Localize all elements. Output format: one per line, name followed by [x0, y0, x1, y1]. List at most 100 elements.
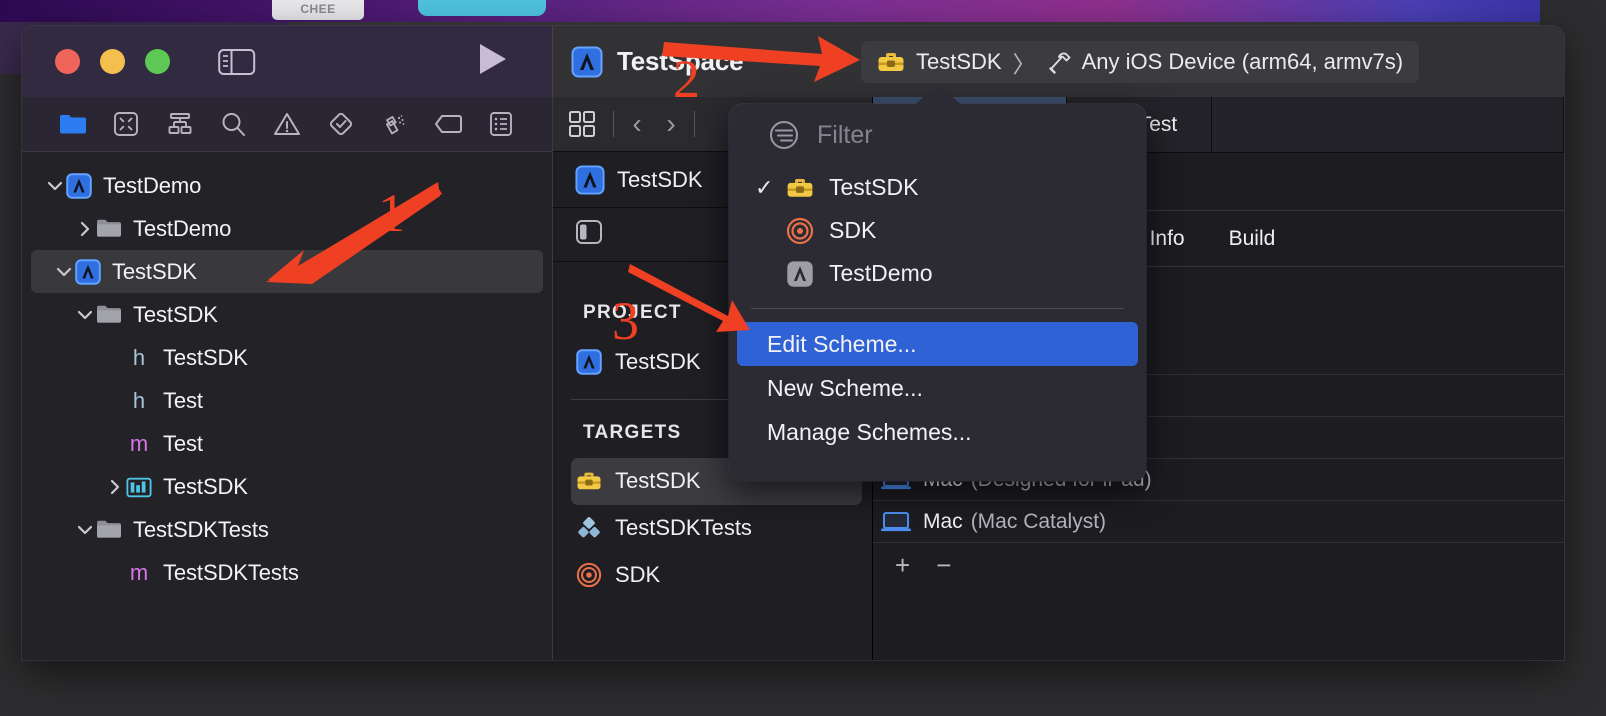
scheme-action-label: New Scheme... [767, 374, 923, 401]
tree-row[interactable]: TestSDK [22, 293, 552, 336]
navigator-pane: TestDemo TestDemo TestSDK TestSDK h TestSDK h T… [22, 97, 553, 660]
sidebar-toggle-icon[interactable] [218, 47, 256, 77]
breakpoint-tag-icon[interactable] [433, 109, 463, 139]
xcode-project-icon [66, 172, 92, 199]
scheme-action[interactable]: Edit Scheme... [737, 322, 1138, 366]
destination-row[interactable]: Mac (Mac Catalyst) [873, 501, 1564, 543]
disclosure-down-icon[interactable] [53, 262, 75, 282]
test-diamond-icon[interactable] [326, 109, 356, 139]
disclosure-down-icon[interactable] [44, 176, 66, 196]
project-navigator-tree[interactable]: TestDemo TestDemo TestSDK TestSDK h TestSDK h T… [22, 152, 552, 660]
folder-icon [96, 517, 122, 543]
scheme-option-label: TestDemo [829, 260, 933, 286]
outline-sidebar-icon[interactable] [575, 218, 605, 251]
editor-tab-overflow [1212, 97, 1564, 152]
warning-icon[interactable] [272, 109, 302, 139]
tree-row[interactable]: TestSDKTests [22, 508, 552, 551]
filter-icon [770, 121, 798, 149]
report-list-icon[interactable] [486, 109, 516, 139]
run-play-icon[interactable] [476, 41, 510, 82]
tree-row-label: TestDemo [103, 172, 202, 198]
tree-row[interactable]: TestSDK [31, 250, 543, 293]
xcode-project-icon [571, 46, 603, 77]
outline-row[interactable]: TestSDKTests [553, 505, 872, 552]
chevron-right-icon[interactable]: › [654, 108, 688, 139]
scheme-popup-menu[interactable]: Filter ✓ TestSDK SDK TestDemo Edit Scheme..… [729, 104, 1146, 481]
scheme-action[interactable]: New Scheme... [737, 366, 1138, 410]
desktop-cyan-tab [418, 0, 546, 16]
scheme-option-label: SDK [829, 217, 877, 243]
scheme-option[interactable]: ✓ TestSDK [729, 166, 1146, 209]
tree-row[interactable]: TestDemo [22, 207, 552, 250]
tree-row[interactable]: m TestSDKTests [22, 551, 552, 594]
outline-row-label: SDK [615, 562, 661, 587]
folder-icon [96, 216, 122, 242]
tree-row-label: TestSDK [133, 301, 218, 327]
scheme-actions-list[interactable]: Edit Scheme... New Scheme... Manage Scheme… [729, 322, 1146, 454]
scheme-action[interactable]: Manage Schemes... [737, 410, 1138, 454]
scheme-separator: 〉 [1012, 51, 1036, 77]
minimize-button[interactable] [100, 49, 125, 74]
chevron-left-icon[interactable]: ‹ [620, 108, 654, 139]
scheme-action-label: Edit Scheme... [767, 330, 917, 357]
popup-separator [751, 308, 1124, 309]
debug-spray-icon[interactable] [379, 109, 409, 139]
window-titlebar: TestSpace TestSDK 〉 Any iOS Device (arm6… [22, 26, 1564, 97]
symbol-hierarchy-icon[interactable] [165, 109, 195, 139]
tree-row[interactable]: h TestSDK [22, 336, 552, 379]
disclosure-right-icon[interactable] [74, 219, 96, 239]
zoom-button[interactable] [145, 49, 170, 74]
remove-destination-button[interactable]: − [936, 550, 951, 581]
tree-row[interactable]: m Test [22, 422, 552, 465]
folder-icon [96, 302, 122, 328]
settings-tab[interactable]: Build [1207, 227, 1298, 251]
objc-file-icon: m [129, 559, 149, 585]
disclosure-down-icon[interactable] [74, 520, 96, 540]
app-gray-icon [786, 260, 814, 288]
titlebar-left [22, 26, 553, 97]
scheme-option[interactable]: TestDemo [729, 252, 1146, 295]
scheme-options-list[interactable]: ✓ TestSDK SDK TestDemo [729, 166, 1146, 295]
disclosure-down-icon[interactable] [74, 305, 96, 325]
search-icon[interactable] [218, 109, 248, 139]
destination-name: Any iOS Device (arm64, armv7s) [1081, 49, 1404, 74]
filter-row[interactable]: Filter [729, 104, 1146, 166]
tree-row[interactable]: TestSDK [22, 465, 552, 508]
tree-row-label: Test [163, 387, 203, 413]
outline-row[interactable]: SDK [553, 552, 872, 599]
scheme-option-label: TestSDK [829, 174, 919, 200]
checkmark-icon: ✓ [755, 174, 774, 200]
xcode-project-icon [75, 258, 101, 285]
source-control-icon[interactable] [111, 109, 141, 139]
toolbox-icon [786, 174, 814, 202]
window-controls[interactable] [55, 49, 170, 74]
folder-icon[interactable] [58, 109, 88, 139]
hammer-icon [1048, 52, 1071, 74]
toolbox-icon [576, 468, 602, 494]
scheme-destination-control[interactable]: TestSDK 〉 Any iOS Device (arm64, armv7s) [861, 41, 1420, 83]
scheme-name: TestSDK [916, 49, 1002, 74]
framework-icon [126, 474, 152, 500]
add-destination-button[interactable]: + [895, 550, 910, 581]
objc-file-icon: m [129, 430, 149, 456]
tree-row-label: TestSDK [163, 344, 248, 370]
destination-add-remove[interactable]: + − [873, 543, 1564, 587]
filter-input[interactable]: Filter [817, 121, 873, 150]
breadcrumb-label: TestSDK [617, 166, 703, 192]
outline-row-label: TestSDK [615, 468, 701, 493]
popup-pointer [905, 88, 971, 108]
tree-row[interactable]: h Test [22, 379, 552, 422]
header-file-icon: h [132, 387, 146, 413]
background-window-button-label: CHEE [300, 2, 336, 16]
xcode-project-icon [575, 164, 605, 195]
disclosure-right-icon[interactable] [104, 477, 126, 497]
annotation-number-1: 1 [378, 183, 405, 243]
related-items-icon[interactable] [567, 109, 597, 139]
tree-row[interactable]: TestDemo [22, 164, 552, 207]
destination-row-label: Mac [923, 509, 963, 533]
jumpbar-divider-left [613, 111, 614, 137]
scheme-option[interactable]: SDK [729, 209, 1146, 252]
background-window-button[interactable]: CHEE [272, 0, 364, 20]
tree-row-label: TestSDKTests [163, 559, 299, 585]
close-button[interactable] [55, 49, 80, 74]
